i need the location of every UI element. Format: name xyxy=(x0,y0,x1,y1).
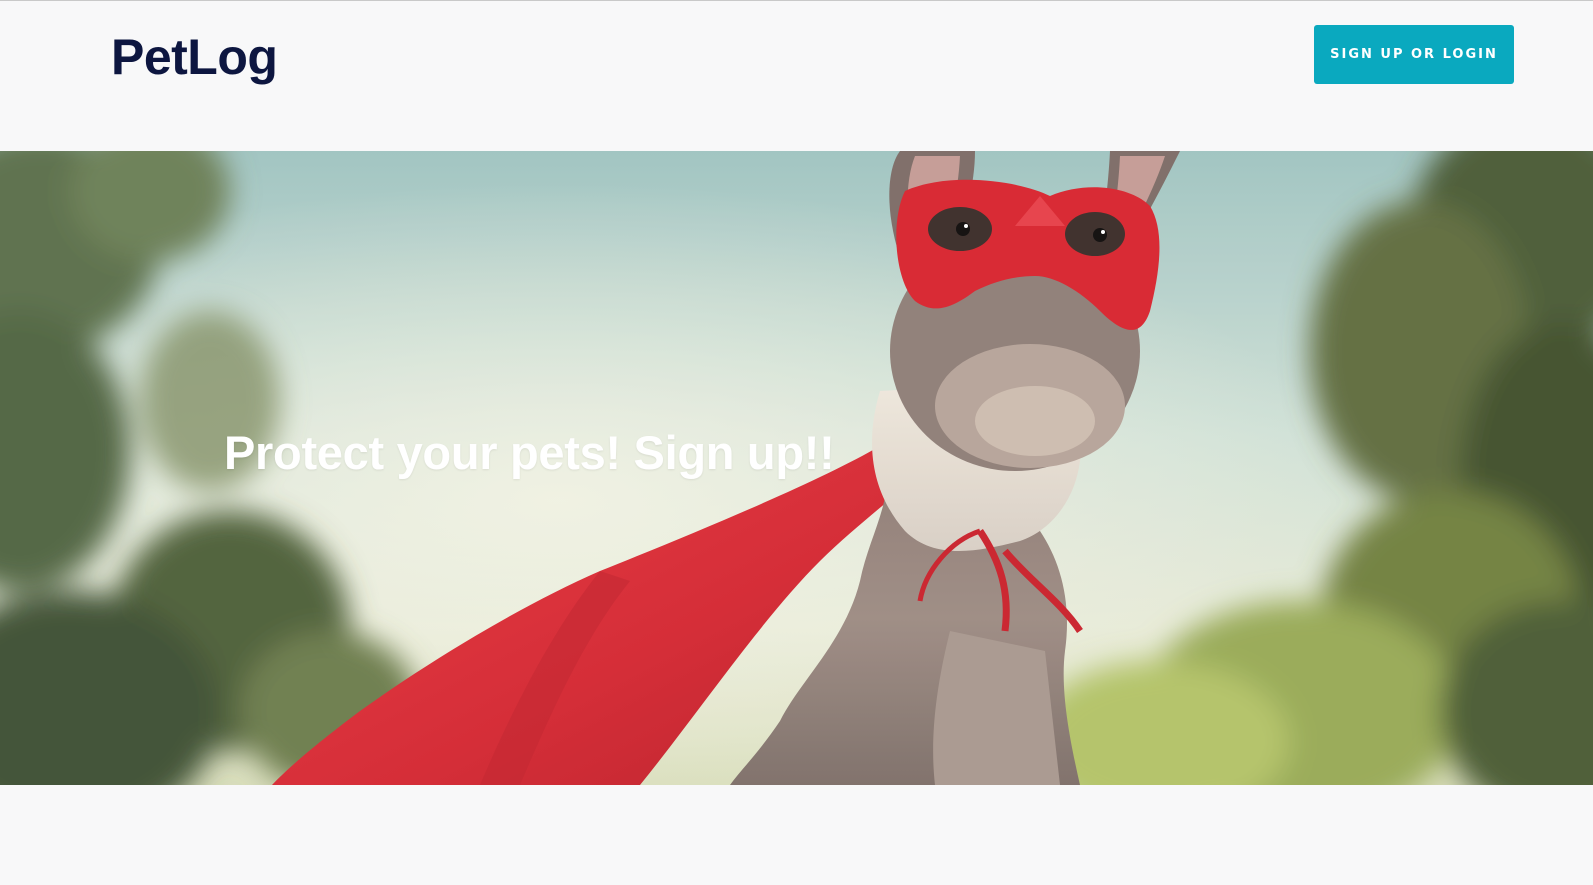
hero-banner: Protect your pets! Sign up!! xyxy=(0,151,1593,785)
page-footer-area xyxy=(0,785,1593,885)
signup-login-button[interactable]: SIGN UP OR LOGIN xyxy=(1314,25,1514,84)
site-logo[interactable]: PetLog xyxy=(111,29,278,85)
hero-heading: Protect your pets! Sign up!! xyxy=(224,426,835,479)
site-header: PetLog SIGN UP OR LOGIN xyxy=(0,1,1593,151)
